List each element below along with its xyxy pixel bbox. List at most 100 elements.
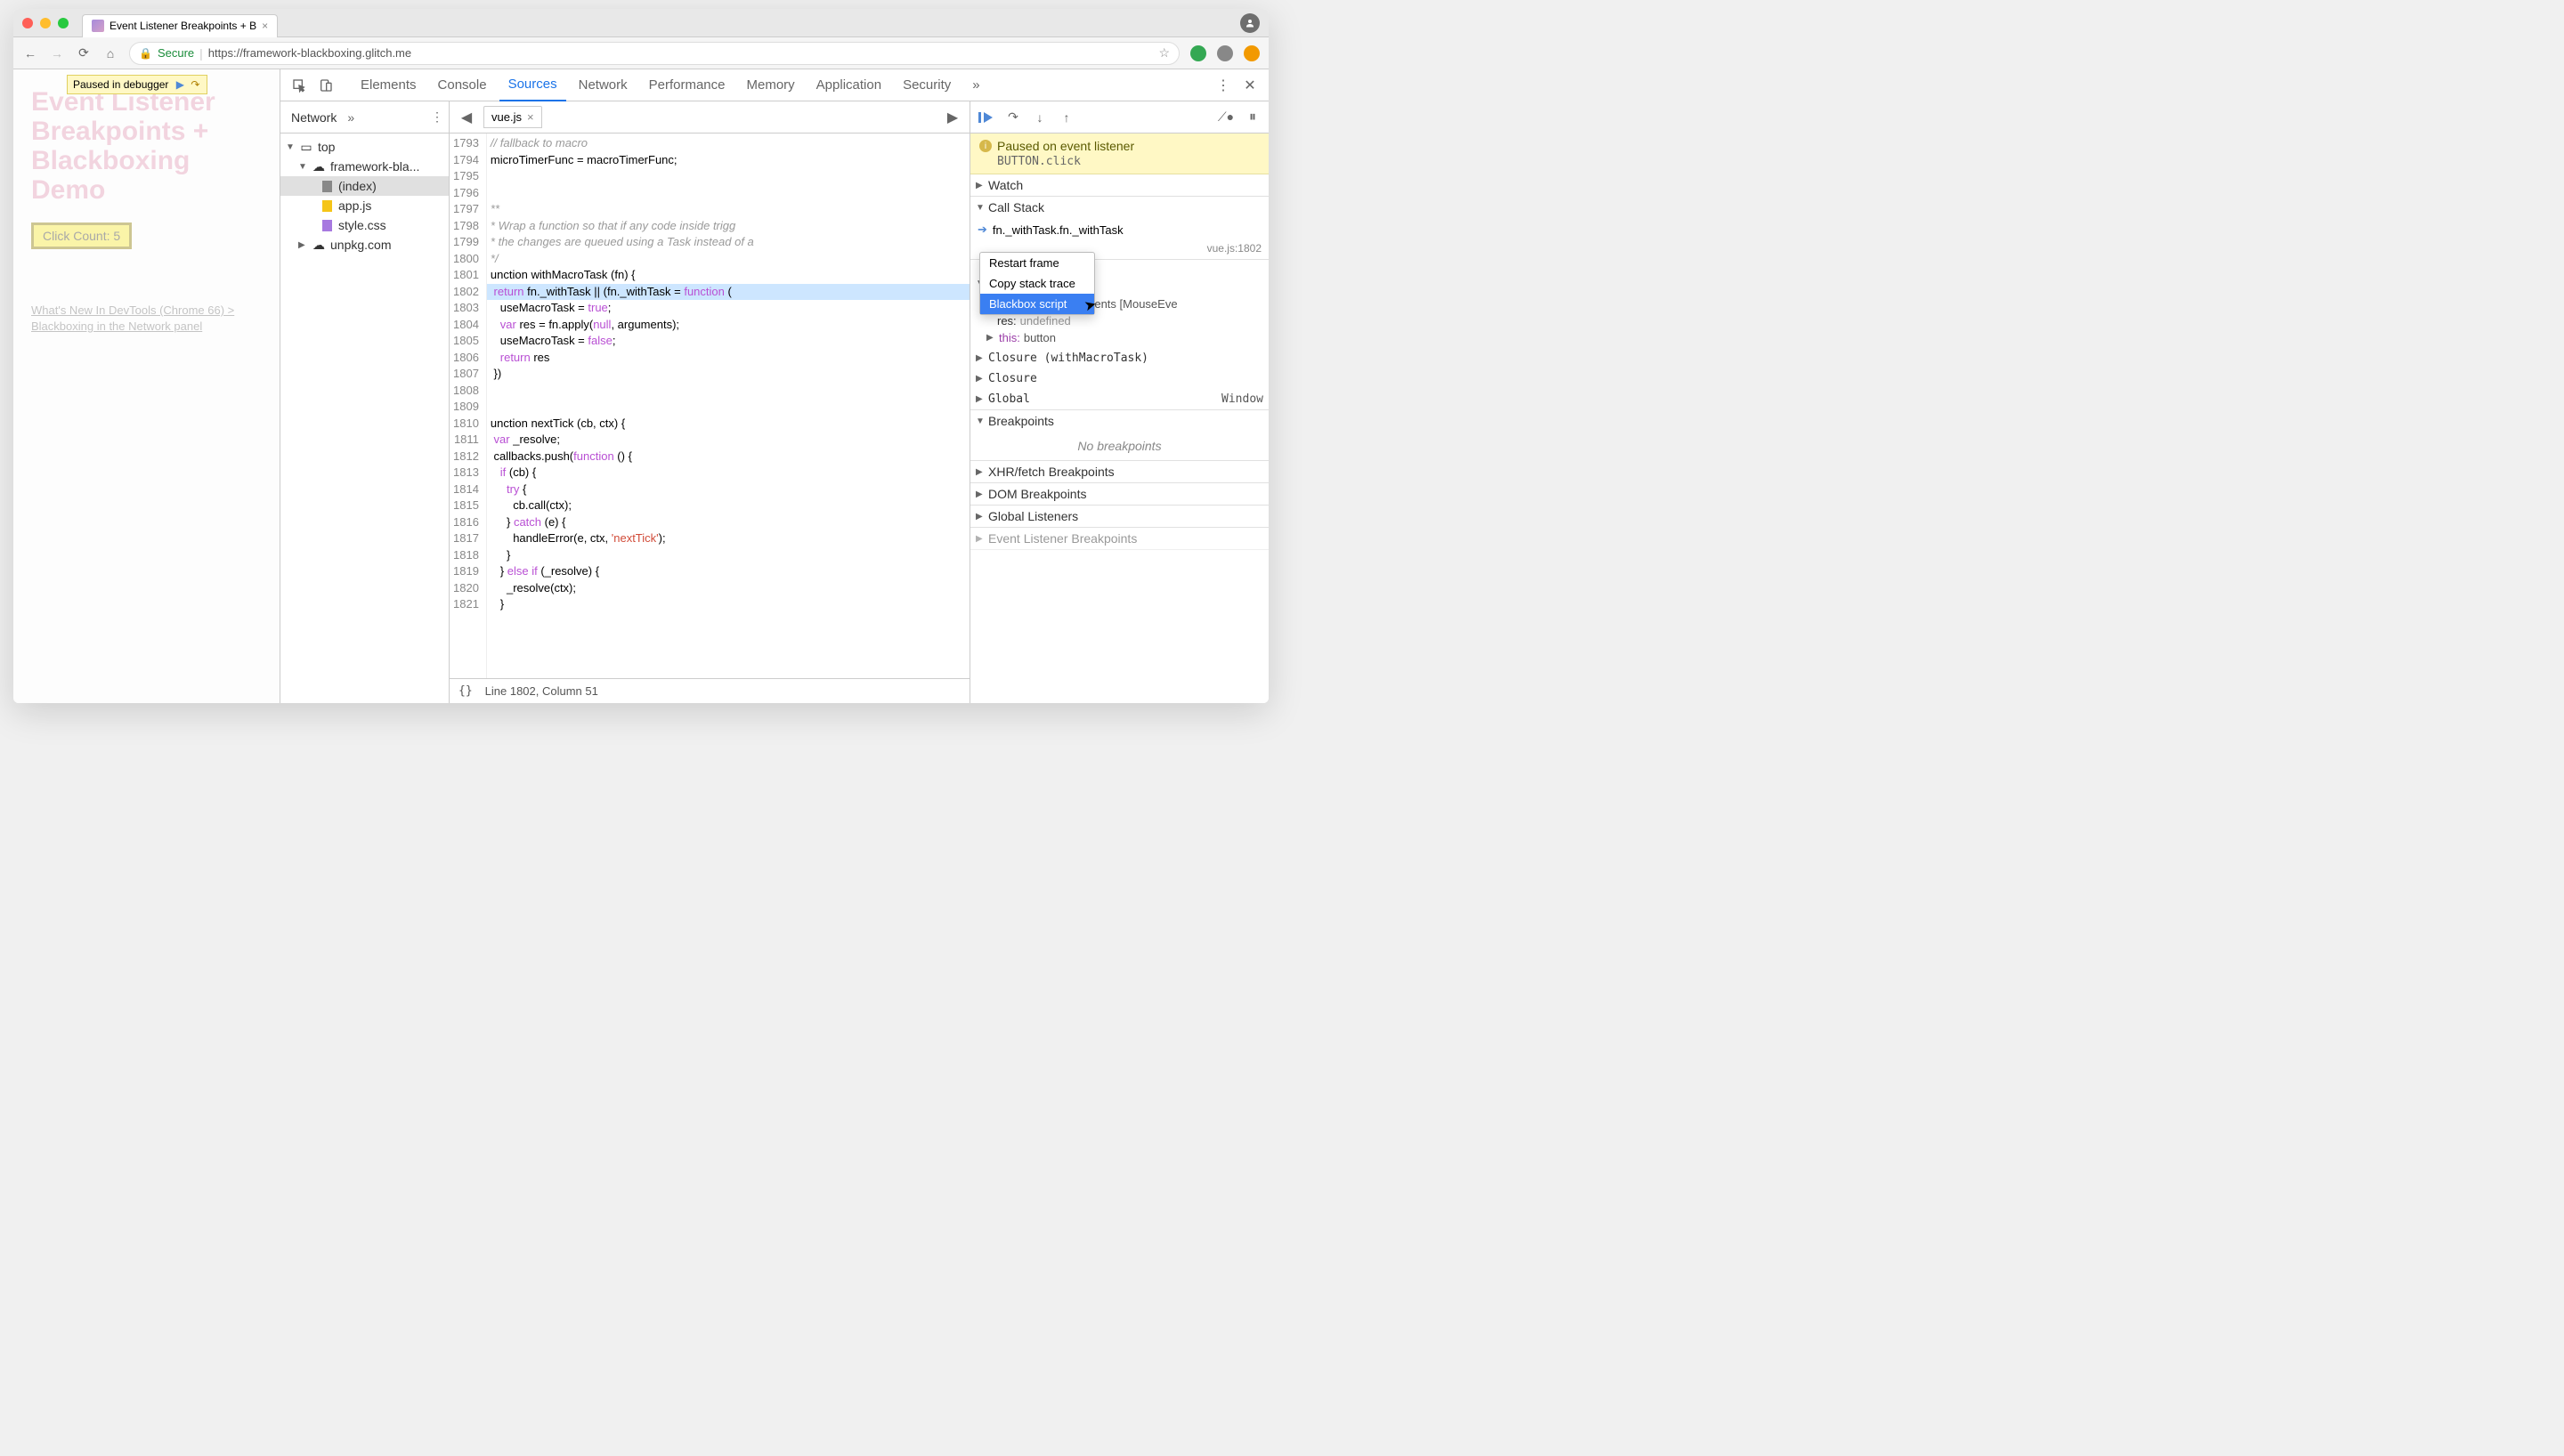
url-input[interactable]: 🔒 Secure | https://framework-blackboxing… xyxy=(129,42,1180,65)
tree-row-file[interactable]: app.js xyxy=(280,196,449,215)
tab-performance[interactable]: Performance xyxy=(640,69,734,101)
tree-row-domain[interactable]: ▶ ☁ unpkg.com xyxy=(280,235,449,255)
tab-application[interactable]: Application xyxy=(807,69,890,101)
frame-location[interactable]: vue.js:1802 xyxy=(1207,242,1262,255)
devtools-menu-icon[interactable]: ⋮ xyxy=(1212,74,1235,97)
tree-row-file[interactable]: style.css xyxy=(280,215,449,235)
paused-target: BUTTON.click xyxy=(997,155,1260,168)
ctx-blackbox-script[interactable]: Blackbox script xyxy=(980,294,1094,314)
cursor-position: Line 1802, Column 51 xyxy=(485,684,598,698)
tab-console[interactable]: Console xyxy=(429,69,496,101)
tab-security[interactable]: Security xyxy=(894,69,960,101)
scope-closure-header[interactable]: ▶ Closure (withMacroTask) xyxy=(970,348,1269,368)
step-out-icon[interactable]: ↑ xyxy=(1058,110,1075,125)
cloud-icon: ☁ xyxy=(312,160,326,173)
navigator-menu-icon[interactable]: ⋮ xyxy=(431,109,443,125)
device-toolbar-icon[interactable] xyxy=(314,74,337,97)
sources-body: Network » ⋮ ▼ ▭ top ▼ ☁ framewo xyxy=(280,101,1269,703)
lock-icon: 🔒 xyxy=(139,47,152,60)
caret-icon: ▼ xyxy=(298,162,307,172)
tab-elements[interactable]: Elements xyxy=(352,69,426,101)
close-tab-icon[interactable]: × xyxy=(262,20,268,32)
tree-row-top[interactable]: ▼ ▭ top xyxy=(280,137,449,157)
tab-network[interactable]: Network xyxy=(570,69,637,101)
extension-icon[interactable] xyxy=(1190,45,1206,61)
global-listeners-header[interactable]: ▶ Global Listeners xyxy=(970,506,1269,527)
call-stack-header[interactable]: ▼ Call Stack xyxy=(970,197,1269,218)
caret-icon: ▶ xyxy=(976,374,985,384)
debugger-toolbar: ↷ ↓ ↑ ⟋● ⏸ xyxy=(970,101,1269,133)
browser-tab[interactable]: Event Listener Breakpoints + B × xyxy=(82,14,278,37)
resume-icon[interactable] xyxy=(978,111,995,124)
tree-row-file[interactable]: (index) xyxy=(280,176,449,196)
watch-header[interactable]: ▶ Watch xyxy=(970,174,1269,196)
line-gutter: 1793179417951796179717981799180018011802… xyxy=(450,133,487,678)
paused-badge-label: Paused in debugger xyxy=(73,78,168,91)
close-window-button[interactable] xyxy=(22,18,33,28)
reload-icon[interactable]: ⟳ xyxy=(76,45,92,61)
home-icon[interactable]: ⌂ xyxy=(102,46,118,61)
navigator-panel: Network » ⋮ ▼ ▭ top ▼ ☁ framewo xyxy=(280,101,450,703)
ctx-restart-frame[interactable]: Restart frame xyxy=(980,253,1094,273)
scope-variable[interactable]: ▶ this: button xyxy=(970,329,1269,346)
xhr-breakpoints-header[interactable]: ▶ XHR/fetch Breakpoints xyxy=(970,461,1269,482)
inspect-element-icon[interactable] xyxy=(288,74,311,97)
caret-icon: ▶ xyxy=(976,181,985,190)
profile-avatar-icon[interactable] xyxy=(1240,13,1260,33)
navigator-tab-network[interactable]: Network xyxy=(286,107,342,128)
step-over-icon[interactable]: ↷ xyxy=(189,78,201,91)
scope-global-header[interactable]: ▶ Global Window xyxy=(970,389,1269,409)
extension-icon[interactable] xyxy=(1244,45,1260,61)
breakpoints-header[interactable]: ▼ Breakpoints xyxy=(970,410,1269,432)
maximize-window-button[interactable] xyxy=(58,18,69,28)
scope-closure-header[interactable]: ▶ Closure xyxy=(970,368,1269,389)
deactivate-breakpoints-icon[interactable]: ⟋● xyxy=(1217,109,1235,125)
document-icon xyxy=(320,180,334,192)
caret-icon: ▶ xyxy=(976,534,985,544)
call-stack-section: ▼ Call Stack ➔ fn._withTask.fn._withTask… xyxy=(970,197,1269,260)
close-devtools-icon[interactable]: ✕ xyxy=(1238,74,1262,97)
extension-icon[interactable] xyxy=(1217,45,1233,61)
dom-breakpoints-header[interactable]: ▶ DOM Breakpoints xyxy=(970,483,1269,505)
context-menu: Restart frame Copy stack trace Blackbox … xyxy=(979,252,1095,315)
debugger-sidebar: ↷ ↓ ↑ ⟋● ⏸ i Paused on event listener BU… xyxy=(970,101,1269,703)
event-listener-breakpoints-header[interactable]: ▶ Event Listener Breakpoints xyxy=(970,528,1269,549)
tree-row-domain[interactable]: ▼ ☁ framework-bla... xyxy=(280,157,449,176)
editor-tabs: ◀ vue.js × ▶ xyxy=(450,101,970,133)
ctx-copy-stack-trace[interactable]: Copy stack trace xyxy=(980,273,1094,294)
event-listener-breakpoints-section: ▶ Event Listener Breakpoints xyxy=(970,528,1269,550)
tab-sources[interactable]: Sources xyxy=(499,69,566,101)
paused-reason: Paused on event listener xyxy=(997,139,1134,153)
caret-icon: ▶ xyxy=(976,512,985,522)
caret-icon: ▼ xyxy=(976,203,985,213)
file-tab-vue[interactable]: vue.js × xyxy=(483,106,542,128)
click-count-button[interactable]: Click Count: 5 xyxy=(31,222,132,249)
secure-label: Secure xyxy=(158,46,194,60)
close-file-icon[interactable]: × xyxy=(527,110,534,124)
css-file-icon xyxy=(320,219,334,231)
step-into-icon[interactable]: ↓ xyxy=(1031,110,1049,125)
whats-new-link[interactable]: What's New In DevTools (Chrome 66) > Bla… xyxy=(31,303,262,335)
pause-on-exceptions-icon[interactable]: ⏸ xyxy=(1244,109,1262,125)
favicon xyxy=(92,20,104,32)
toggle-debugger-icon[interactable]: ▶ xyxy=(941,106,964,129)
resume-icon[interactable]: ▶ xyxy=(174,78,186,91)
more-navigator-tabs-icon[interactable]: » xyxy=(347,110,354,125)
more-tabs-icon[interactable]: » xyxy=(963,69,988,101)
editor-panel: ◀ vue.js × ▶ 179317941795179617971798179… xyxy=(450,101,970,703)
tab-memory[interactable]: Memory xyxy=(738,69,804,101)
bookmark-star-icon[interactable]: ☆ xyxy=(1158,45,1170,61)
tab-title: Event Listener Breakpoints + B xyxy=(110,20,256,32)
toggle-navigator-icon[interactable]: ◀ xyxy=(455,106,478,129)
stack-frame[interactable]: ➔ fn._withTask.fn._withTask xyxy=(970,220,1269,239)
content-area: Paused in debugger ▶ ↷ Event Listener Br… xyxy=(13,69,1269,703)
forward-icon[interactable]: → xyxy=(49,46,65,61)
back-icon[interactable]: ← xyxy=(22,46,38,61)
pretty-print-icon[interactable]: {} xyxy=(458,684,473,698)
code-editor[interactable]: 1793179417951796179717981799180018011802… xyxy=(450,133,970,678)
minimize-window-button[interactable] xyxy=(40,18,51,28)
paused-banner: i Paused on event listener BUTTON.click xyxy=(970,133,1269,174)
xhr-breakpoints-section: ▶ XHR/fetch Breakpoints xyxy=(970,461,1269,483)
step-over-icon[interactable]: ↷ xyxy=(1004,109,1022,125)
caret-icon: ▶ xyxy=(976,394,985,404)
